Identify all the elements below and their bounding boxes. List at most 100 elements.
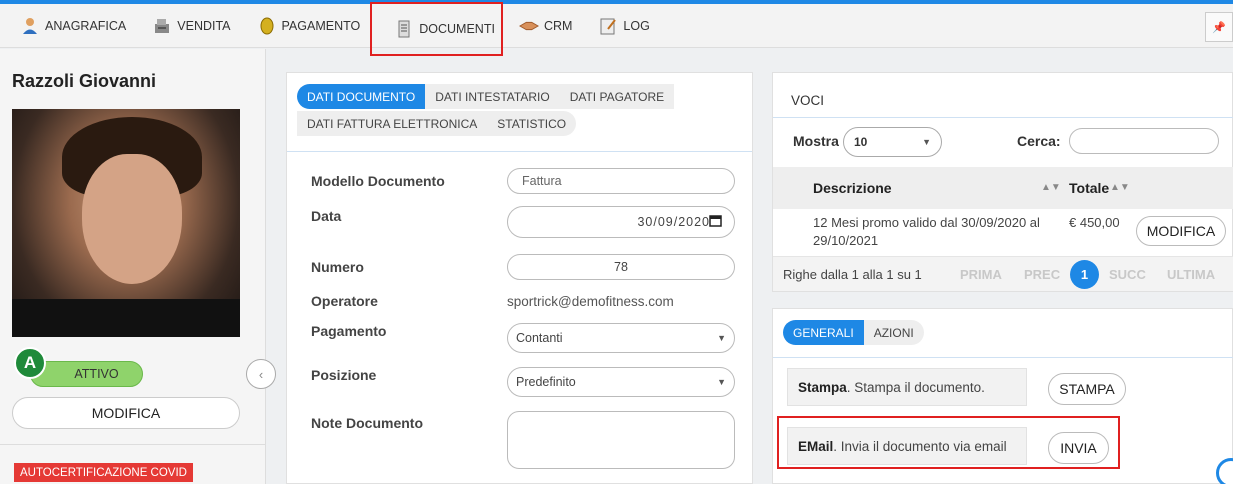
notepad-icon: [598, 16, 618, 36]
nav-log[interactable]: LOG: [588, 4, 659, 48]
tab-azioni[interactable]: AZIONI: [863, 320, 924, 345]
email-title: EMail: [798, 438, 834, 454]
caret-down-icon: ▼: [717, 377, 726, 387]
calendar-icon[interactable]: [709, 214, 722, 230]
nav-vendita[interactable]: VENDITA: [142, 4, 240, 48]
sort-icon[interactable]: ▲▼: [1041, 182, 1061, 193]
tab-dati-intestatario[interactable]: DATI INTESTATARIO: [425, 84, 560, 109]
field-label: Posizione: [311, 367, 377, 383]
page-current[interactable]: 1: [1070, 260, 1099, 289]
stampa-title: Stampa: [798, 379, 847, 395]
user-icon: [20, 16, 40, 36]
coin-icon: [257, 16, 277, 36]
nav-label: DOCUMENTI: [419, 21, 495, 36]
status-letter-badge: A: [14, 347, 46, 379]
mostra-label: Mostra: [793, 133, 839, 149]
page-size-select[interactable]: 10 ▼: [843, 127, 942, 157]
tabs-divider: [287, 151, 752, 152]
numero-value: 78: [614, 260, 628, 274]
pagamento-select[interactable]: Contanti ▼: [507, 323, 735, 353]
nav-crm[interactable]: CRM: [509, 4, 582, 48]
field-label: Pagamento: [311, 323, 387, 339]
actions-tabs: GENERALI AZIONI: [783, 320, 924, 345]
email-description: EMail. Invia il documento via email: [787, 427, 1027, 465]
divider: [0, 444, 266, 445]
edit-profile-button[interactable]: MODIFICA: [12, 397, 240, 429]
voci-card: VOCI Mostra 10 ▼ Cerca: Descrizione ▲▼ T…: [772, 72, 1233, 292]
field-numero: Numero 78: [311, 254, 741, 280]
nav-label: LOG: [623, 18, 650, 33]
numero-input[interactable]: 78: [507, 254, 735, 280]
top-nav: ANAGRAFICA VENDITA PAGAMENTO DOCUMENTI C…: [0, 1, 1233, 56]
nav-documenti[interactable]: DOCUMENTI: [370, 1, 503, 56]
placeholder-text: Fattura: [522, 174, 562, 188]
chevron-left-icon: ‹: [258, 366, 264, 382]
covid-tag[interactable]: AUTOCERTIFICAZIONE COVID: [14, 463, 193, 482]
cerca-label: Cerca:: [1017, 133, 1061, 149]
column-header-totale[interactable]: Totale: [1069, 180, 1109, 196]
caret-down-icon: ▼: [922, 137, 931, 147]
divider: [773, 117, 1233, 118]
page-next[interactable]: SUCC: [1109, 267, 1146, 282]
cell-descrizione: 12 Mesi promo valido dal 30/09/2020 al 2…: [813, 215, 1040, 248]
page-last[interactable]: ULTIMA: [1167, 267, 1215, 282]
voci-title: VOCI: [791, 93, 825, 108]
search-input[interactable]: [1069, 128, 1219, 154]
page-first[interactable]: PRIMA: [960, 267, 1002, 282]
field-pagamento: Pagamento Contanti ▼: [311, 323, 741, 353]
collapse-sidebar-button[interactable]: ‹: [246, 359, 276, 389]
tab-dati-pagatore[interactable]: DATI PAGATORE: [559, 84, 675, 109]
tab-generali[interactable]: GENERALI: [783, 320, 864, 345]
table-header: Descrizione ▲▼ Totale ▲▼: [773, 167, 1233, 209]
page-prev[interactable]: PREC: [1024, 267, 1060, 282]
field-label: Operatore: [311, 293, 378, 309]
field-posizione: Posizione Predefinito ▼: [311, 367, 741, 397]
handshake-icon: [518, 16, 539, 36]
field-label: Data: [311, 208, 342, 224]
field-data: Data 30/09/2020: [311, 206, 741, 238]
document-form-card: DATI DOCUMENTO DATI INTESTATARIO DATI PA…: [286, 72, 753, 484]
field-modello-documento: Modello Documento Fattura: [311, 168, 741, 194]
caret-down-icon: ▼: [717, 333, 726, 343]
date-value: 30/09/2020: [637, 215, 710, 229]
document-tabs: DATI DOCUMENTO DATI INTESTATARIO DATI PA…: [297, 84, 747, 138]
field-operatore: Operatore sportrick@demofitness.com: [311, 293, 741, 309]
operatore-value: sportrick@demofitness.com: [507, 293, 674, 309]
stampa-button[interactable]: STAMPA: [1048, 373, 1126, 405]
status-badge: ATTIVO: [30, 361, 143, 387]
edit-row-button[interactable]: MODIFICA: [1136, 216, 1226, 246]
profile-name: Razzoli Giovanni: [12, 71, 157, 91]
sort-icon[interactable]: ▲▼: [1110, 182, 1130, 193]
table-row: 12 Mesi promo valido dal 30/09/2020 al 2…: [773, 209, 1233, 257]
select-value: Predefinito: [516, 375, 576, 389]
column-header-descrizione[interactable]: Descrizione: [813, 180, 892, 196]
tab-statistico[interactable]: STATISTICO: [487, 111, 577, 136]
stampa-desc: . Stampa il documento.: [846, 379, 985, 395]
tab-dati-fattura-elettronica[interactable]: DATI FATTURA ELETTRONICA: [297, 111, 488, 136]
profile-sidebar: Razzoli Giovanni A ATTIVO MODIFICA AUTOC…: [0, 49, 266, 484]
nav-anagrafica[interactable]: ANAGRAFICA: [10, 4, 136, 48]
pin-icon: 📌: [1212, 21, 1226, 34]
nav-label: ANAGRAFICA: [45, 18, 127, 33]
pagination: Righe dalla 1 alla 1 su 1 PRIMA PREC 1 S…: [773, 257, 1233, 291]
divider: [773, 357, 1233, 358]
pin-button[interactable]: 📌: [1205, 12, 1233, 42]
tab-dati-documento[interactable]: DATI DOCUMENTO: [297, 84, 426, 109]
email-desc: . Invia il documento via email: [833, 438, 1007, 454]
cell-totale: € 450,00: [1069, 215, 1120, 230]
field-note-documento: Note Documento: [311, 411, 741, 469]
modello-documento-input[interactable]: Fattura: [507, 168, 735, 194]
nav-label: PAGAMENTO: [281, 18, 361, 33]
profile-photo: [12, 109, 240, 337]
posizione-select[interactable]: Predefinito ▼: [507, 367, 735, 397]
nav-label: VENDITA: [177, 18, 231, 33]
select-value: 10: [854, 135, 868, 149]
actions-card: GENERALI AZIONI Stampa. Stampa il docume…: [772, 308, 1233, 484]
pagination-info: Righe dalla 1 alla 1 su 1: [783, 267, 922, 282]
field-label: Modello Documento: [311, 173, 445, 189]
date-input[interactable]: 30/09/2020: [507, 206, 735, 238]
document-icon: [394, 19, 414, 39]
nav-pagamento[interactable]: PAGAMENTO: [247, 4, 371, 48]
invia-button[interactable]: INVIA: [1048, 432, 1109, 464]
note-textarea[interactable]: [507, 411, 735, 469]
